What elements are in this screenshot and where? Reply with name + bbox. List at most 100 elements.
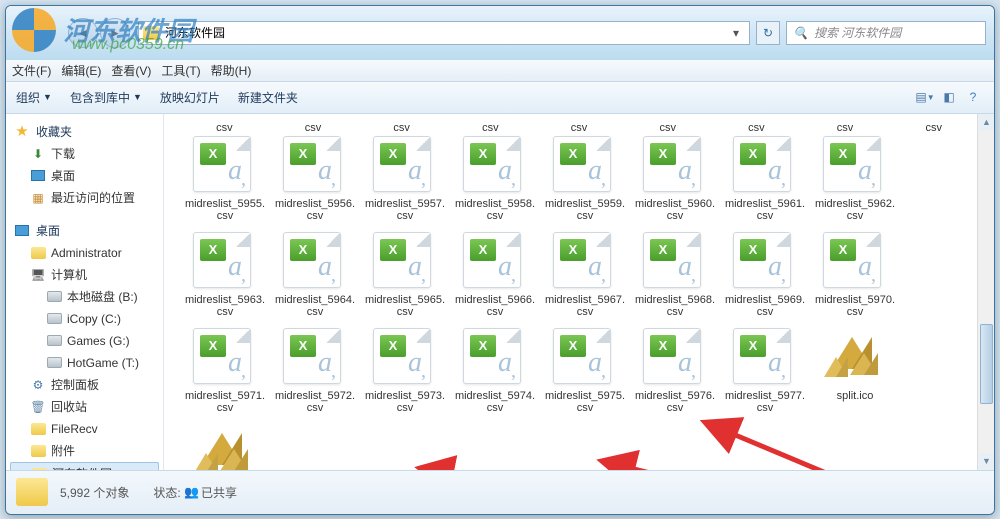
file-item[interactable]: split.ico bbox=[810, 328, 900, 414]
file-item[interactable]: a,midreslist_5965.csv bbox=[360, 232, 450, 318]
file-item[interactable]: a, midreslist_5960.csv bbox=[630, 136, 720, 222]
sidebar-disk-g[interactable]: Games (G:) bbox=[6, 330, 163, 352]
star-icon: ★ bbox=[14, 123, 30, 139]
file-item[interactable]: a,midreslist_5968.csv bbox=[630, 232, 720, 318]
toolbar-slideshow[interactable]: 放映幻灯片 bbox=[160, 89, 220, 106]
csv-file-icon: a, bbox=[193, 328, 257, 386]
scroll-down-icon[interactable]: ▼ bbox=[978, 453, 994, 470]
file-name: midreslist_5960.csv bbox=[635, 198, 715, 222]
sidebar-recyclebin[interactable]: 🗑回收站 bbox=[6, 396, 163, 418]
preview-pane-icon[interactable]: ◧ bbox=[938, 86, 960, 108]
toolbar-organize[interactable]: 组织▼ bbox=[16, 89, 52, 106]
sidebar-desktop[interactable]: 桌面 bbox=[6, 165, 163, 187]
file-item[interactable]: a,midreslist_5966.csv bbox=[450, 232, 540, 318]
scroll-up-icon[interactable]: ▲ bbox=[978, 114, 994, 131]
watermark-logo-icon bbox=[12, 8, 56, 52]
sidebar-filerecv[interactable]: FileRecv bbox=[6, 418, 163, 440]
file-item[interactable]: a,midreslist_5976.csv bbox=[630, 328, 720, 414]
file-label-partial: csv bbox=[623, 122, 712, 134]
file-pane[interactable]: csvcsvcsvcsvcsvcsvcsvcsvcsv a,midreslist… bbox=[164, 114, 994, 470]
csv-file-icon: a, bbox=[553, 136, 617, 194]
vertical-scrollbar[interactable]: ▲ ▼ bbox=[977, 114, 994, 470]
sidebar-attachments[interactable]: 附件 bbox=[6, 440, 163, 462]
file-name: midreslist_5961.csv bbox=[725, 198, 805, 222]
disk-icon bbox=[46, 311, 62, 327]
csv-file-icon: a, bbox=[643, 136, 707, 194]
file-name: midreslist_5956.csv bbox=[275, 198, 355, 222]
file-name: midreslist_5967.csv bbox=[545, 294, 625, 318]
file-name: midreslist_5977.csv bbox=[725, 390, 805, 414]
view-options-icon[interactable]: ▤▼ bbox=[914, 86, 936, 108]
refresh-button[interactable]: ↻ bbox=[756, 21, 780, 45]
statusbar-count: 5,992 个对象 bbox=[60, 484, 129, 501]
menu-help[interactable]: 帮助(H) bbox=[211, 62, 252, 79]
folder-icon bbox=[30, 421, 46, 437]
partial-row-labels: csvcsvcsvcsvcsvcsvcsvcsvcsv bbox=[180, 122, 978, 136]
file-item[interactable]: a,midreslist_5972.csv bbox=[270, 328, 360, 414]
recent-icon: ▦ bbox=[30, 190, 46, 206]
search-input[interactable]: 🔍 搜索 河东软件园 bbox=[786, 21, 986, 45]
toolbar-newfolder[interactable]: 新建文件夹 bbox=[238, 89, 298, 106]
file-name: midreslist_5968.csv bbox=[635, 294, 715, 318]
file-item[interactable]: split.png bbox=[180, 424, 270, 470]
disk-icon bbox=[46, 355, 62, 371]
shared-icon: 👥 bbox=[184, 485, 199, 499]
search-placeholder: 搜索 河东软件园 bbox=[814, 24, 901, 41]
desktop-icon bbox=[14, 222, 30, 238]
menu-view[interactable]: 查看(V) bbox=[111, 62, 151, 79]
file-item[interactable]: a,midreslist_5961.csv bbox=[720, 136, 810, 222]
file-item[interactable]: a,midreslist_5955.csv bbox=[180, 136, 270, 222]
file-item[interactable]: a,midreslist_5973.csv bbox=[360, 328, 450, 414]
sidebar-disk-c[interactable]: iCopy (C:) bbox=[6, 308, 163, 330]
file-item[interactable]: a,midreslist_5974.csv bbox=[450, 328, 540, 414]
sidebar-disk-t[interactable]: HotGame (T:) bbox=[6, 352, 163, 374]
file-item[interactable]: a,midreslist_5956.csv bbox=[270, 136, 360, 222]
file-item[interactable]: a,midreslist_5962.csv bbox=[810, 136, 900, 222]
file-item[interactable]: a,midreslist_5957.csv bbox=[360, 136, 450, 222]
titlebar: 河东软件园 www.pc0359.cn ◄ ► 河东软件园 ▾ ↻ 🔍 搜索 河… bbox=[6, 6, 994, 60]
toolbar-include[interactable]: 包含到库中▼ bbox=[70, 89, 142, 106]
file-item[interactable]: a,midreslist_5964.csv bbox=[270, 232, 360, 318]
sidebar-favorites-header[interactable]: ★收藏夹 bbox=[6, 120, 163, 143]
folder-icon bbox=[143, 26, 159, 40]
file-item[interactable]: a,midreslist_5963.csv bbox=[180, 232, 270, 318]
address-dropdown-icon[interactable]: ▾ bbox=[727, 26, 745, 40]
file-name: midreslist_5964.csv bbox=[275, 294, 355, 318]
sidebar-controlpanel[interactable]: ⚙控制面板 bbox=[6, 374, 163, 396]
file-item[interactable]: a,midreslist_5977.csv bbox=[720, 328, 810, 414]
address-text: 河东软件园 bbox=[165, 24, 225, 41]
csv-file-icon: a, bbox=[463, 328, 527, 386]
sidebar-desktop-header[interactable]: 桌面 bbox=[6, 219, 163, 242]
statusbar: 5,992 个对象 状态: 👥 已共享 bbox=[6, 470, 994, 514]
address-bar[interactable]: 河东软件园 ▾ bbox=[138, 21, 750, 45]
search-icon: 🔍 bbox=[793, 26, 808, 40]
sidebar-disk-b[interactable]: 本地磁盘 (B:) bbox=[6, 286, 163, 308]
file-name: midreslist_5975.csv bbox=[545, 390, 625, 414]
computer-icon: 🖥 bbox=[30, 267, 46, 283]
sidebar-computer[interactable]: 🖥计算机 bbox=[6, 264, 163, 286]
menu-edit[interactable]: 编辑(E) bbox=[61, 62, 101, 79]
menubar: 文件(F) 编辑(E) 查看(V) 工具(T) 帮助(H) bbox=[6, 60, 994, 82]
file-label-partial: csv bbox=[357, 122, 446, 134]
body: ★收藏夹 ⬇下载 桌面 ▦最近访问的位置 桌面 Administrator 🖥计… bbox=[6, 114, 994, 470]
back-button[interactable]: ◄ bbox=[68, 18, 98, 48]
sidebar-current-folder[interactable]: 河东软件园 bbox=[10, 462, 159, 470]
file-item[interactable]: a,midreslist_5959.csv bbox=[540, 136, 630, 222]
sidebar-recent[interactable]: ▦最近访问的位置 bbox=[6, 187, 163, 209]
csv-file-icon: a, bbox=[373, 328, 437, 386]
forward-button[interactable]: ► bbox=[100, 18, 130, 48]
sidebar-downloads[interactable]: ⬇下载 bbox=[6, 143, 163, 165]
file-item[interactable]: a,midreslist_5969.csv bbox=[720, 232, 810, 318]
file-name: midreslist_5969.csv bbox=[725, 294, 805, 318]
file-item[interactable]: a,midreslist_5970.csv bbox=[810, 232, 900, 318]
sidebar: ★收藏夹 ⬇下载 桌面 ▦最近访问的位置 桌面 Administrator 🖥计… bbox=[6, 114, 164, 470]
sidebar-administrator[interactable]: Administrator bbox=[6, 242, 163, 264]
file-item[interactable]: a,midreslist_5958.csv bbox=[450, 136, 540, 222]
help-icon[interactable]: ? bbox=[962, 86, 984, 108]
file-item[interactable]: a,midreslist_5971.csv bbox=[180, 328, 270, 414]
menu-file[interactable]: 文件(F) bbox=[12, 62, 51, 79]
file-item[interactable]: a,midreslist_5975.csv bbox=[540, 328, 630, 414]
menu-tools[interactable]: 工具(T) bbox=[161, 62, 200, 79]
file-item[interactable]: a,midreslist_5967.csv bbox=[540, 232, 630, 318]
scroll-thumb[interactable] bbox=[980, 324, 993, 405]
